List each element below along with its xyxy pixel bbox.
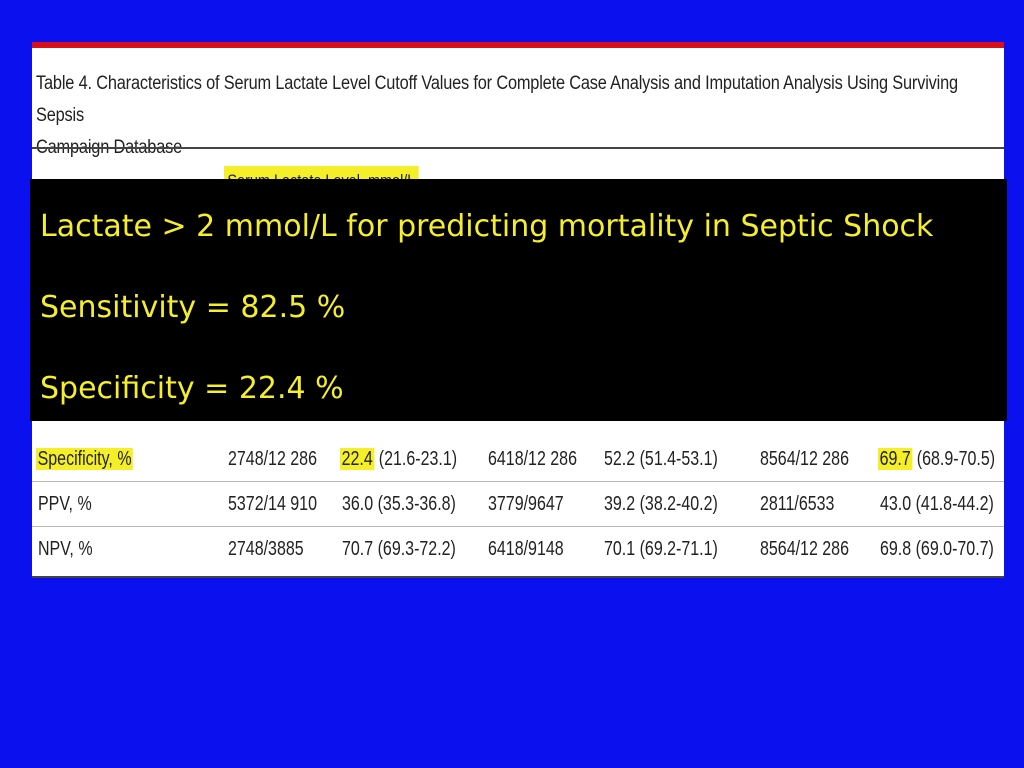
cell-ci: (68.9-70.5) (912, 448, 996, 470)
cell-value: 69.8 (880, 538, 912, 560)
cell-ci: (69.3-72.2) (373, 538, 456, 560)
cell-count: 6418/9148 (488, 538, 564, 560)
cell-value: 39.2 (38.2-40.2) (604, 493, 718, 515)
title-rule (32, 147, 1004, 149)
table-row: PPV, % 5372/14 910 36.0 (35.3-36.8) 3779… (32, 482, 1004, 527)
overlay-heading: Lactate > 2 mmol/L for predicting mortal… (40, 209, 934, 244)
slide: Table 4. Characteristics of Serum Lactat… (0, 0, 1024, 768)
cell-count: 3779/9647 (488, 493, 564, 515)
cell-value: 70.7 (342, 538, 374, 560)
table-title-line1: Table 4. Characteristics of Serum Lactat… (36, 73, 958, 126)
cell-value-highlight: 22.4 (340, 448, 375, 470)
cell-count: 8564/12 286 (760, 538, 849, 560)
cell-ci: (21.6-23.1) (374, 448, 458, 470)
row-label: NPV, % (38, 538, 93, 560)
cell-ci: (69.0-70.7) (911, 538, 994, 560)
table-row: Specificity, % 2748/12 286 22.4 (21.6-23… (32, 437, 1004, 482)
cell-count: 2811/6533 (760, 493, 835, 515)
summary-overlay-box: Lactate > 2 mmol/L for predicting mortal… (30, 179, 1007, 421)
cell-count: 2748/12 286 (228, 448, 317, 470)
cell-ci: (35.3-36.8) (373, 493, 456, 515)
cell-count: 8564/12 286 (760, 448, 849, 470)
table-row: NPV, % 2748/3885 70.7 (69.3-72.2) 6418/9… (32, 527, 1004, 571)
table-bottom-rule (32, 576, 1004, 578)
cell-value: 52.2 (51.4-53.1) (604, 448, 718, 470)
overlay-sensitivity: Sensitivity = 82.5 % (40, 290, 346, 325)
row-label: Specificity, % (36, 448, 134, 470)
cell-value-highlight: 69.7 (878, 448, 913, 470)
cell-value: 36.0 (342, 493, 374, 515)
cell-value: 43.0 (880, 493, 912, 515)
overlay-specificity: Specificity = 22.4 % (40, 371, 344, 406)
row-label: PPV, % (38, 493, 92, 515)
cell-ci: (41.8-44.2) (911, 493, 994, 515)
cell-count: 2748/3885 (228, 538, 304, 560)
cell-count: 6418/12 286 (488, 448, 577, 470)
table-title: Table 4. Characteristics of Serum Lactat… (36, 68, 991, 164)
cell-value: 70.1 (69.2-71.1) (604, 538, 718, 560)
cell-count: 5372/14 910 (228, 493, 317, 515)
